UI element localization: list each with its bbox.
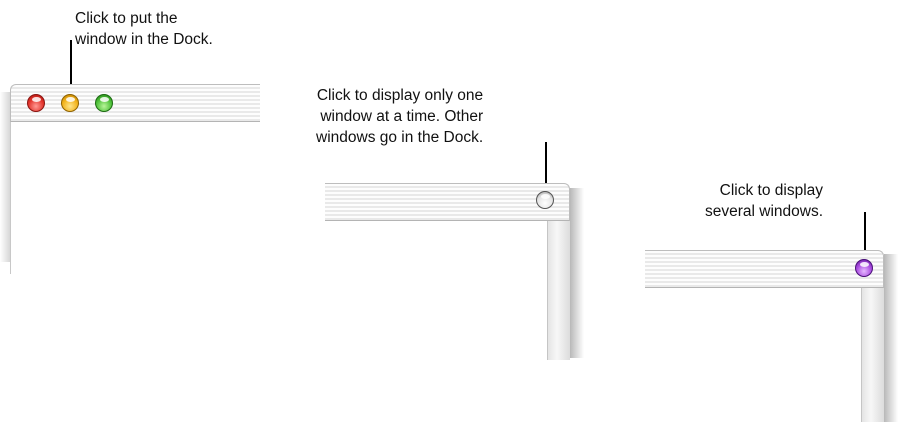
- title-bar[interactable]: [10, 84, 260, 122]
- several-windows-callout-line-2: several windows.: [705, 203, 824, 220]
- minimize-button[interactable]: [61, 94, 79, 112]
- window-shadow: [884, 254, 898, 422]
- window-fragment-left: [0, 84, 260, 274]
- minimize-callout-line-2: window in the Dock.: [75, 31, 213, 48]
- window-right-edge: [861, 288, 884, 422]
- title-bar[interactable]: [645, 250, 884, 288]
- minimize-leader-line: [70, 40, 72, 88]
- single-window-callout-line-1: Click to display only one: [316, 87, 484, 104]
- close-button[interactable]: [27, 94, 45, 112]
- window-shadow: [570, 188, 584, 358]
- single-window-callout: Click to display only one window at a ti…: [316, 85, 483, 148]
- minimize-callout: Click to put the window in the Dock.: [75, 8, 213, 50]
- zoom-button[interactable]: [95, 94, 113, 112]
- title-bar[interactable]: [325, 183, 570, 221]
- several-windows-callout: Click to display several windows.: [705, 180, 823, 222]
- window-fragment-middle: [325, 178, 585, 360]
- multi-window-mode-button[interactable]: [855, 259, 873, 277]
- window-fragment-right: [645, 246, 899, 422]
- single-window-mode-button[interactable]: [536, 191, 554, 209]
- window-content: [325, 221, 547, 360]
- minimize-callout-line-1: Click to put the: [75, 10, 178, 27]
- single-window-callout-line-2: window at a time. Other: [320, 108, 484, 125]
- window-right-edge: [547, 221, 570, 360]
- window-content: [645, 288, 861, 422]
- window-content: [10, 122, 260, 274]
- several-windows-callout-line-1: Click to display: [719, 182, 824, 199]
- single-window-callout-line-3: windows go in the Dock.: [316, 129, 484, 146]
